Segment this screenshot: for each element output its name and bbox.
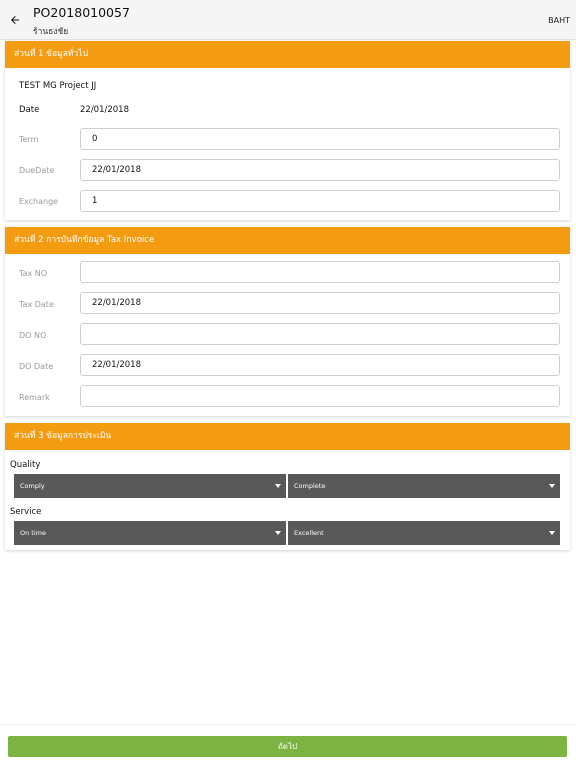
section-evaluation: ส่วนที่ 3 ข้อมูลการประเมิน Quality Compl…: [5, 423, 570, 550]
caret-down-icon: [549, 531, 555, 535]
caret-down-icon: [549, 484, 555, 488]
do-date-input[interactable]: [80, 354, 560, 376]
service-rating-select[interactable]: Excellent: [288, 521, 560, 545]
tax-date-input[interactable]: [80, 292, 560, 314]
section-tax-invoice: ส่วนที่ 2 การบันทึกข้อมูล Tax Invoice Ta…: [5, 227, 570, 416]
remark-input[interactable]: [80, 385, 560, 407]
quality-completeness-value: Complete: [294, 482, 326, 490]
tax-no-input[interactable]: [80, 261, 560, 283]
do-no-input[interactable]: [80, 323, 560, 345]
caret-down-icon: [275, 484, 281, 488]
exchange-input[interactable]: [80, 190, 560, 212]
date-label: Date: [19, 105, 40, 115]
quality-label: Quality: [10, 460, 41, 470]
tax-no-label: Tax NO: [19, 269, 48, 278]
do-no-label: DO NO: [19, 331, 47, 340]
back-button[interactable]: [6, 11, 24, 29]
project-name: TEST MG Project JJ: [19, 81, 97, 91]
date-value: 22/01/2018: [80, 105, 129, 115]
remark-label: Remark: [19, 393, 50, 402]
footer-divider: [0, 724, 576, 725]
do-date-label: DO Date: [19, 362, 54, 371]
arrow-left-icon: [11, 16, 19, 24]
currency-label: BAHT: [548, 16, 570, 25]
service-timeliness-value: On time: [20, 529, 46, 537]
section-2-header: ส่วนที่ 2 การบันทึกข้อมูล Tax Invoice: [5, 227, 570, 254]
section-general-info: ส่วนที่ 1 ข้อมูลทั่วไป TEST MG Project J…: [5, 41, 570, 220]
caret-down-icon: [275, 531, 281, 535]
service-rating-value: Excellent: [294, 529, 324, 537]
service-label: Service: [10, 507, 42, 517]
section-1-header: ส่วนที่ 1 ข้อมูลทั่วไป: [5, 41, 570, 68]
quality-completeness-select[interactable]: Complete: [288, 474, 560, 498]
duedate-label: DueDate: [19, 166, 55, 175]
shop-name-subtitle: ร้านธงชัย: [33, 27, 69, 37]
tax-date-label: Tax Date: [19, 300, 54, 309]
app-bar: PO2018010057 ร้านธงชัย BAHT: [0, 0, 576, 40]
quality-compliance-select[interactable]: Comply: [14, 474, 286, 498]
po-number-title: PO2018010057: [33, 5, 130, 20]
quality-compliance-value: Comply: [20, 482, 45, 490]
service-timeliness-select[interactable]: On time: [14, 521, 286, 545]
term-label: Term: [19, 135, 39, 144]
next-button[interactable]: ถัดไป: [8, 736, 567, 757]
term-input[interactable]: [80, 128, 560, 150]
exchange-label: Exchange: [19, 197, 59, 206]
section-3-header: ส่วนที่ 3 ข้อมูลการประเมิน: [5, 423, 570, 450]
duedate-input[interactable]: [80, 159, 560, 181]
